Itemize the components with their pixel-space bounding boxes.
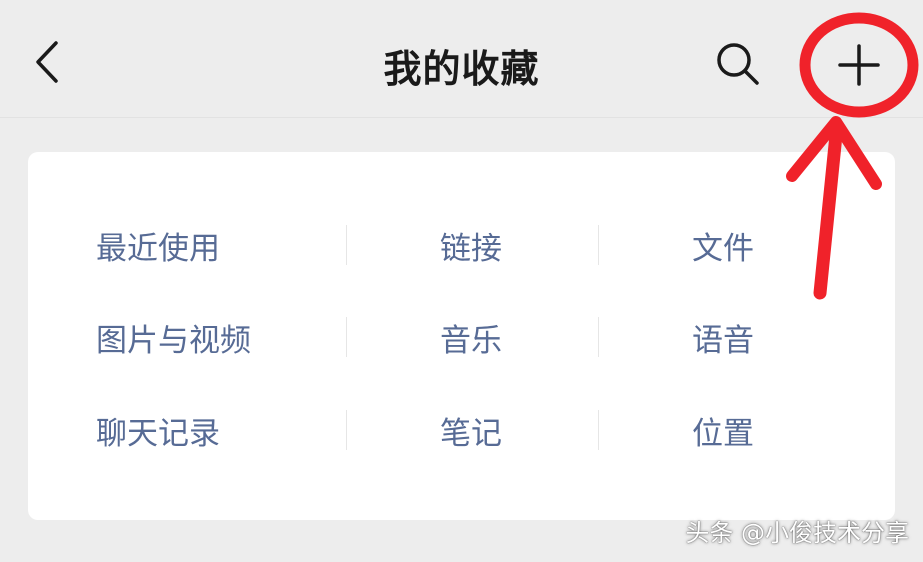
category-chat-history[interactable]: 聊天记录 bbox=[96, 400, 346, 460]
plus-icon bbox=[838, 44, 880, 86]
category-row-2: 图片与视频 音乐 语音 bbox=[28, 307, 895, 367]
category-location[interactable]: 位置 bbox=[598, 400, 848, 460]
category-card: 最近使用 链接 文件 图片与视频 音乐 语音 聊天记录 笔记 位置 bbox=[28, 152, 895, 520]
category-music[interactable]: 音乐 bbox=[346, 307, 596, 367]
category-notes[interactable]: 笔记 bbox=[346, 400, 596, 460]
search-icon bbox=[717, 43, 759, 85]
add-button[interactable] bbox=[828, 34, 890, 96]
search-button[interactable] bbox=[708, 34, 768, 94]
category-row-3: 聊天记录 笔记 位置 bbox=[28, 400, 895, 460]
category-links[interactable]: 链接 bbox=[346, 215, 596, 275]
category-files[interactable]: 文件 bbox=[598, 215, 848, 275]
chevron-left-icon bbox=[36, 41, 58, 83]
page-title: 我的收藏 bbox=[383, 47, 540, 91]
watermark: 头条 @小俊技术分享 bbox=[685, 519, 909, 547]
back-button[interactable] bbox=[22, 32, 72, 92]
category-photos-videos[interactable]: 图片与视频 bbox=[96, 307, 346, 367]
category-row-1: 最近使用 链接 文件 bbox=[28, 215, 895, 275]
top-navbar: 我的收藏 bbox=[0, 0, 923, 118]
category-voice[interactable]: 语音 bbox=[598, 307, 848, 367]
category-recent[interactable]: 最近使用 bbox=[96, 215, 346, 275]
favorites-screen: 我的收藏 最近使用 链接 文件 图片与视频 音乐 语音 聊天记录 笔记 位置 头… bbox=[0, 0, 923, 562]
